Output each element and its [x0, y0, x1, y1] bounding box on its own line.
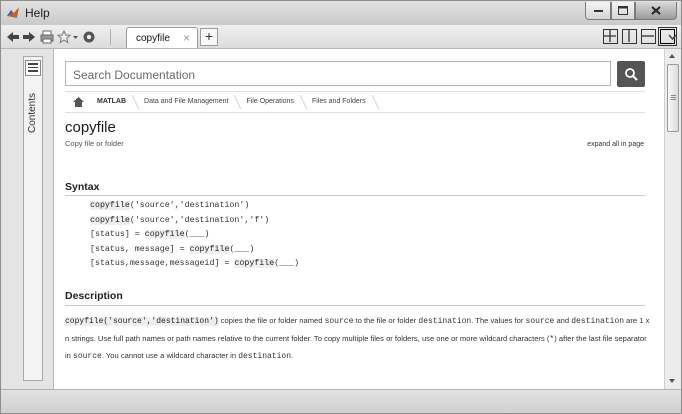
close-window-button[interactable]: [635, 2, 677, 20]
description-heading: Description: [65, 290, 123, 302]
tab-copyfile[interactable]: copyfile ×: [126, 27, 198, 48]
breadcrumb-data-file-mgmt[interactable]: Data and File Management: [136, 92, 238, 112]
tile-columns-icon[interactable]: [622, 29, 637, 44]
description-text: copyfile('source','destination') copies …: [65, 316, 650, 361]
page-title: copyfile: [65, 119, 116, 136]
tab-label: copyfile: [136, 33, 170, 44]
maximize-button[interactable]: [611, 2, 635, 20]
settings-button[interactable]: [81, 29, 97, 45]
page-subtitle: Copy file or folder: [65, 139, 124, 148]
search-button[interactable]: [617, 61, 645, 87]
breadcrumb-matlab[interactable]: MATLAB: [89, 92, 136, 112]
expand-all-link[interactable]: expand all in page: [587, 141, 644, 148]
toolbar: copyfile × +: [1, 25, 681, 49]
close-icon: [651, 6, 661, 15]
syntax-line[interactable]: [status] = copyfile(___): [90, 228, 299, 243]
scroll-up-icon[interactable]: [669, 54, 675, 58]
scroll-thumb[interactable]: [667, 64, 679, 132]
syntax-line[interactable]: [status,message,messageid] = copyfile(__…: [90, 257, 299, 272]
home-icon: [72, 97, 84, 107]
contents-toggle-icon[interactable]: [25, 60, 41, 76]
search-input[interactable]: Search Documentation: [65, 61, 611, 86]
back-button[interactable]: [5, 29, 21, 45]
syntax-line[interactable]: copyfile('source','destination'): [90, 199, 299, 214]
contents-pane[interactable]: Contents: [23, 56, 43, 381]
print-button[interactable]: [39, 29, 55, 45]
breadcrumb-file-operations[interactable]: File Operations: [238, 92, 303, 112]
toolbar-divider: [110, 29, 111, 45]
syntax-line[interactable]: copyfile('source','destination','f'): [90, 214, 299, 229]
tile-rows-icon[interactable]: [641, 29, 656, 44]
forward-arrow-icon: [23, 32, 35, 42]
star-icon: [57, 30, 78, 44]
syntax-divider: [65, 195, 645, 196]
breadcrumb: MATLAB Data and File Management File Ope…: [65, 91, 645, 113]
gear-icon: [83, 31, 95, 43]
window-controls: [585, 2, 677, 21]
tab-close-icon[interactable]: ×: [183, 31, 190, 45]
window-title: Help: [25, 6, 50, 20]
print-icon: [40, 30, 54, 44]
back-arrow-icon: [7, 32, 19, 42]
search-icon: [625, 68, 638, 81]
forward-button[interactable]: [21, 29, 37, 45]
chevron-down-icon: [668, 34, 677, 41]
minimize-icon: [593, 9, 603, 12]
syntax-line[interactable]: [status, message] = copyfile(___): [90, 243, 299, 258]
maximize-icon: [618, 6, 628, 15]
new-tab-button[interactable]: +: [200, 28, 218, 46]
status-bar: [1, 389, 681, 413]
vertical-scrollbar[interactable]: [664, 49, 681, 389]
syntax-block: copyfile('source','destination') copyfil…: [90, 199, 299, 272]
home-button[interactable]: [67, 97, 89, 107]
matlab-app-icon: [7, 7, 19, 18]
favorites-button[interactable]: [57, 29, 79, 45]
syntax-heading: Syntax: [65, 181, 100, 193]
tile-grid-icon[interactable]: [603, 29, 618, 44]
minimize-button[interactable]: [585, 2, 611, 20]
title-bar: Help: [1, 1, 681, 25]
doc-content: Search Documentation MATLAB Data and Fil…: [53, 49, 664, 389]
help-window: Help copyfile × + Contents Search Docume…: [0, 0, 682, 414]
toolbar-dropdown[interactable]: [664, 25, 681, 49]
description-divider: [65, 305, 645, 306]
contents-label[interactable]: Contents: [27, 83, 38, 133]
breadcrumb-files-folders[interactable]: Files and Folders: [304, 92, 376, 112]
scroll-down-icon[interactable]: [669, 379, 675, 383]
